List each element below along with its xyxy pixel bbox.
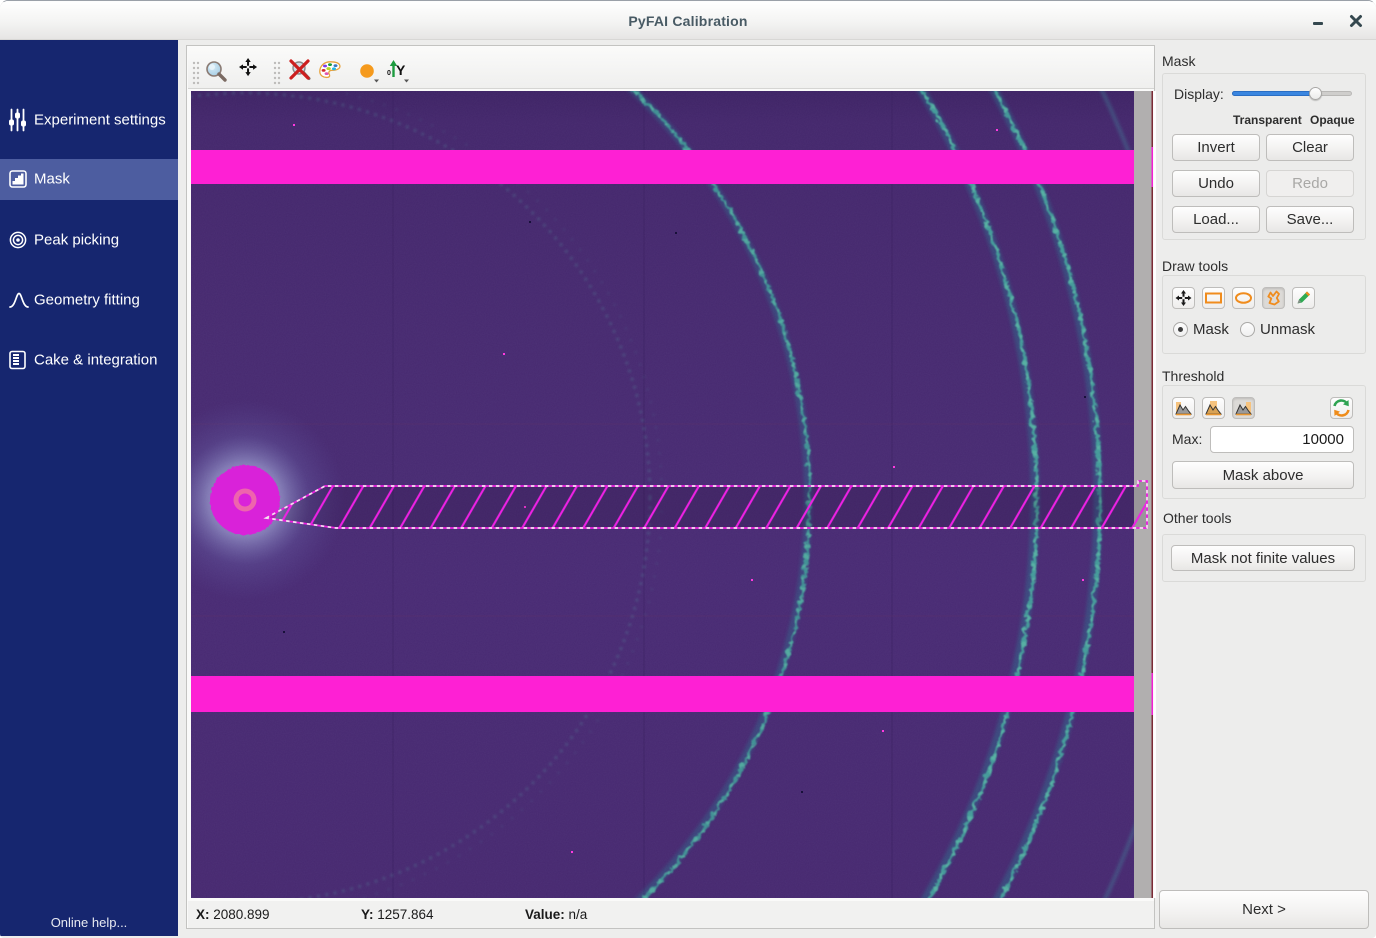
svg-text:Y: Y — [396, 62, 406, 78]
svg-text:0: 0 — [387, 70, 391, 77]
